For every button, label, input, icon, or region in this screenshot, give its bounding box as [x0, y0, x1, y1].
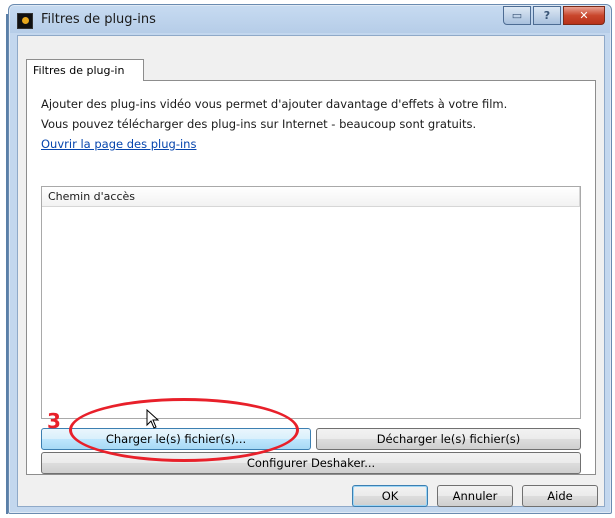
title-bar[interactable]: Filtres de plug-ins ▭ ? ✕	[9, 5, 611, 35]
column-separator	[579, 187, 580, 207]
tab-panel: Ajouter des plug-ins vidéo vous permet d…	[26, 80, 596, 475]
description-line-2: Vous pouvez télécharger des plug-ins sur…	[41, 117, 477, 131]
column-header-path[interactable]: Chemin d'accès	[42, 187, 580, 207]
plugin-filters-dialog: Filtres de plug-ins ▭ ? ✕ Filtres de plu…	[8, 4, 612, 514]
open-plugins-page-link[interactable]: Ouvrir la page des plug-ins	[41, 137, 196, 151]
unload-files-button[interactable]: Décharger le(s) fichier(s)	[316, 428, 581, 450]
window-controls: ▭ ? ✕	[503, 6, 605, 26]
help-button[interactable]: Aide	[522, 485, 598, 507]
cancel-button[interactable]: Annuler	[437, 485, 513, 507]
mouse-pointer-icon	[146, 409, 160, 429]
tab-plugin-filters[interactable]: Filtres de plug-in	[26, 59, 144, 81]
configure-deshaker-button[interactable]: Configurer Deshaker...	[41, 452, 581, 474]
annotation-step-number: 3	[47, 409, 61, 433]
help-title-button[interactable]: ?	[533, 6, 561, 25]
window-title: Filtres de plug-ins	[41, 12, 156, 27]
restore-button[interactable]: ▭	[503, 6, 531, 25]
dialog-client-area: Filtres de plug-in Ajouter des plug-ins …	[17, 35, 605, 507]
plugin-list[interactable]: Chemin d'accès	[41, 186, 581, 419]
ok-button[interactable]: OK	[352, 485, 428, 507]
close-button[interactable]: ✕	[563, 6, 605, 25]
load-files-button[interactable]: Charger le(s) fichier(s)...	[41, 428, 311, 450]
film-icon	[17, 13, 33, 29]
description-line-1: Ajouter des plug-ins vidéo vous permet d…	[41, 97, 508, 111]
column-header-path-label: Chemin d'accès	[48, 190, 136, 203]
